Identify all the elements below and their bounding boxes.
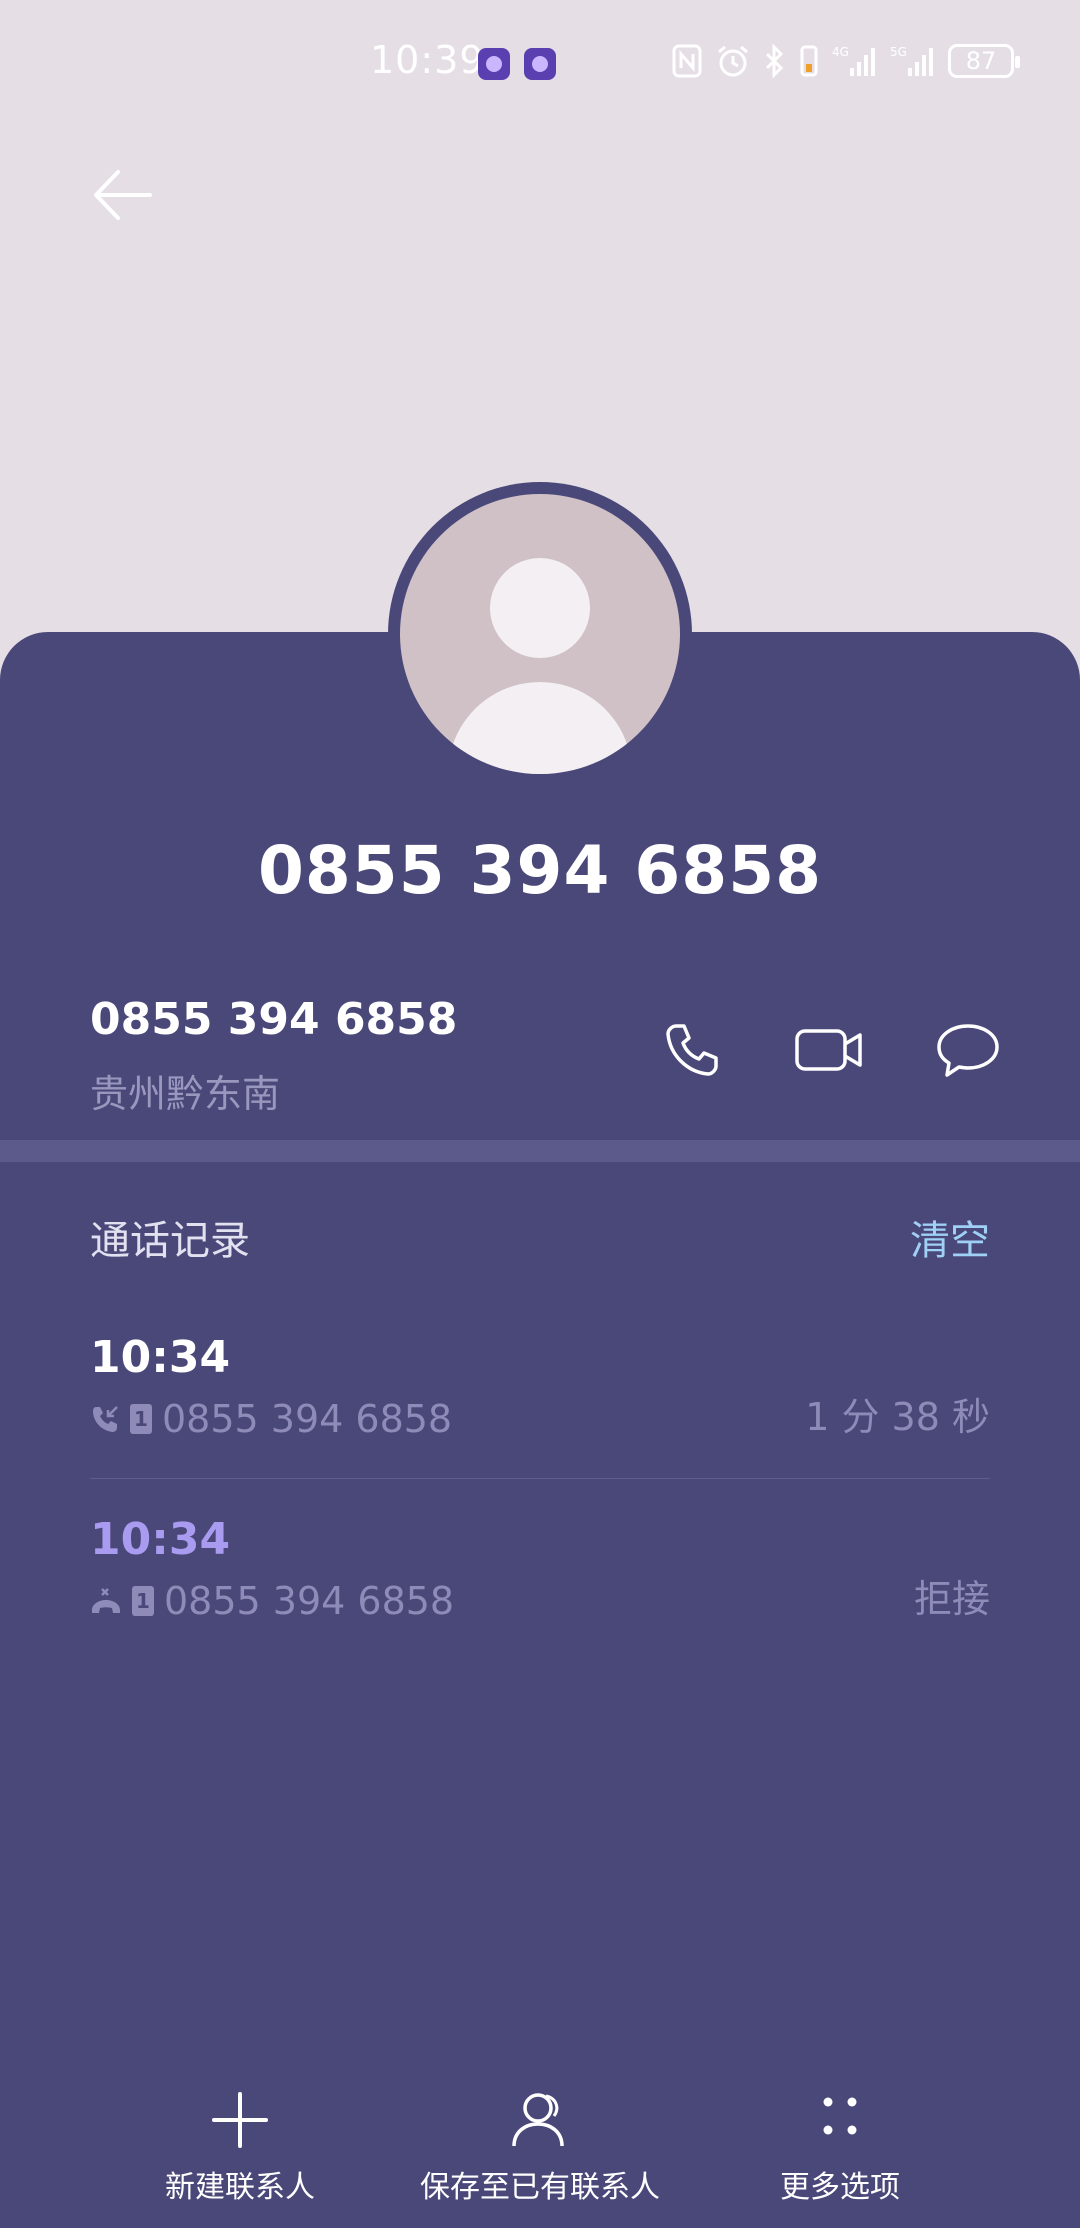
add-to-contact-icon [512,2093,564,2147]
section-divider [0,1140,1080,1162]
more-dots-icon [823,2097,857,2135]
back-arrow-icon [94,170,152,220]
status-icons: 4G 5G 87 [672,44,1020,78]
call-log-title: 通话记录 [90,1218,250,1264]
new-contact-label: 新建联系人 [165,2170,315,2205]
sim1-icon: 1 [132,1586,154,1616]
call-log-entry[interactable]: 10:34 1 0855 394 6858 拒接 [90,1514,990,1674]
bluetooth-icon [765,44,784,78]
signal-4g-icon: 4G [832,45,875,76]
signal-5g-icon: 5G [890,45,933,76]
plus-icon [212,2092,268,2148]
app-notification-icon [478,48,510,80]
save-to-existing-contact-button[interactable]: 保存至已有联系人 [390,2090,690,2206]
nfc-icon [672,44,702,78]
svg-text:4G: 4G [832,45,849,59]
message-button[interactable] [928,1010,1008,1090]
phone-icon [666,1024,718,1076]
avatar [388,482,692,786]
more-options-label: 更多选项 [780,2170,900,2205]
contact-title-number: 0855 394 6858 [257,832,823,909]
video-call-button[interactable] [790,1010,870,1090]
vibrate-icon [800,45,818,77]
call-log-entry[interactable]: 10:34 1 0855 394 6858 1 分 38 秒 [90,1332,990,1492]
battery-indicator: 87 [948,44,1020,78]
new-contact-button[interactable]: 新建联系人 [90,2090,390,2206]
call-time: 10:34 [90,1332,231,1383]
number-row: 0855 394 6858 贵州黔东南 [90,994,999,1116]
status-bar: 10:39 4G 5G 87 [0,0,1080,128]
call-time: 10:34 [90,1514,231,1565]
back-button[interactable] [88,160,158,230]
avatar-image [400,494,680,774]
call-button[interactable] [652,1010,732,1090]
save-to-existing-label: 保存至已有联系人 [420,2170,660,2205]
more-options-button[interactable]: 更多选项 [690,2090,990,2206]
video-call-icon [795,1029,862,1071]
call-duration: 1 分 38 秒 [805,1395,990,1439]
app-notification-icon [524,48,556,80]
bottom-action-bar: 新建联系人 保存至已有联系人 更多选项 [0,2090,1080,2228]
call-status: 拒接 [913,1577,990,1621]
battery-level: 87 [965,47,997,75]
incoming-call-icon [93,1406,118,1432]
clear-call-log-button[interactable]: 清空 [910,1208,990,1266]
status-time: 10:39 [370,38,485,82]
call-details: 1 0855 394 6858 [90,1579,990,1623]
sim1-icon: 1 [130,1404,152,1434]
call-number: 0855 394 6858 [162,1397,453,1441]
call-number: 0855 394 6858 [164,1579,455,1623]
message-icon [937,1024,999,1077]
list-divider [90,1478,990,1479]
call-log-header: 通话记录 清空 [90,1208,990,1268]
rejected-call-icon [92,1588,120,1613]
alarm-icon [718,45,748,77]
svg-text:5G: 5G [890,45,907,59]
